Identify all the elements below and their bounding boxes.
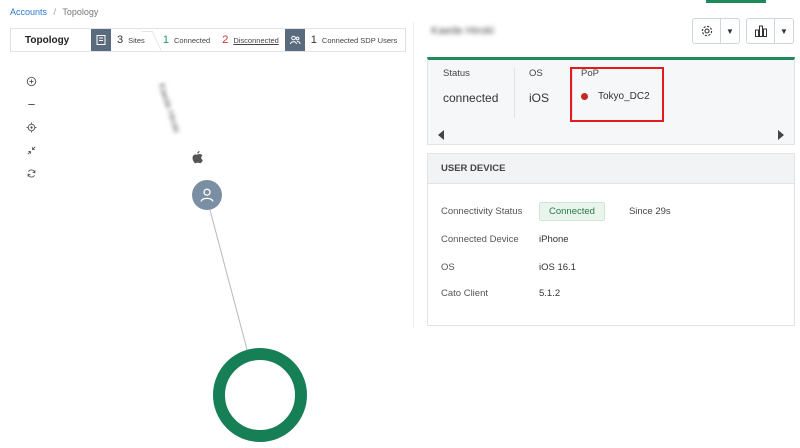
chevron-down-icon: ▼	[780, 26, 788, 36]
pop-label: PoP	[581, 68, 599, 79]
topology-toolbar	[24, 74, 38, 180]
device-os-value: iOS 16.1	[539, 262, 576, 273]
scroll-right-arrow[interactable]	[778, 130, 784, 140]
gear-icon	[693, 19, 721, 43]
breadcrumb: Accounts / Topology	[10, 7, 98, 17]
status-column: Status connected	[428, 68, 514, 118]
scroll-left-arrow[interactable]	[438, 130, 444, 140]
stat-connected[interactable]: 1 Connected	[157, 29, 216, 51]
status-label: Status	[443, 68, 470, 79]
breadcrumb-current: Topology	[62, 7, 99, 17]
disconnected-label: Disconnected	[233, 35, 279, 45]
stat-disconnected[interactable]: 2 Disconnected	[216, 29, 285, 51]
center-icon[interactable]	[24, 120, 38, 134]
user-device-card: USER DEVICE Connectivity Status Connecte…	[427, 153, 795, 326]
topology-panel: Topology 3 Sites 1 Connected 2 Disconnec…	[0, 22, 414, 358]
refresh-icon[interactable]	[24, 166, 38, 180]
sdp-count: 1	[310, 34, 317, 46]
pop-name: Tokyo_DC2	[598, 91, 650, 102]
status-value: connected	[443, 91, 499, 105]
user-name-title: Kaede Hiroki	[431, 25, 494, 37]
connected-label: Connected	[173, 35, 211, 45]
status-card: Status connected OS iOS PoP Tokyo_DC2	[427, 57, 795, 145]
details-header: Kaede Hiroki	[427, 14, 797, 48]
device-label: Connected Device	[441, 234, 519, 245]
chevron-down-icon: ▼	[726, 26, 734, 36]
pop-column: PoP Tokyo_DC2	[572, 68, 650, 118]
device-os-row: OS iOS 16.1	[441, 262, 576, 273]
os-column: OS iOS	[514, 68, 572, 118]
apple-icon	[190, 150, 204, 166]
stat-sites[interactable]: 3 Sites	[111, 29, 157, 51]
topology-title: Topology	[25, 34, 70, 46]
client-value: 5.1.2	[539, 288, 561, 299]
sites-icon	[91, 29, 111, 51]
client-row: Cato Client 5.1.2	[441, 288, 560, 299]
os-value: iOS	[529, 91, 550, 105]
active-tab-indicator	[706, 0, 766, 3]
pop-node[interactable]	[213, 348, 307, 442]
pop-status-dot	[581, 93, 588, 100]
sdp-users-icon	[284, 29, 305, 51]
connected-count: 1	[162, 34, 169, 46]
user-icon	[200, 188, 214, 202]
settings-dropdown-button[interactable]: ▼	[692, 18, 740, 44]
topology-stats-bar: Topology 3 Sites 1 Connected 2 Disconnec…	[10, 28, 406, 52]
sites-count: 3	[117, 34, 124, 46]
connectivity-since: Since 29s	[628, 206, 671, 217]
zoom-in-icon[interactable]	[24, 74, 38, 88]
user-device-title: USER DEVICE	[428, 154, 794, 184]
sdp-label: Connected SDP Users	[321, 35, 398, 45]
topology-link-line	[209, 209, 250, 358]
connectivity-label: Connectivity Status	[441, 206, 523, 217]
breadcrumb-accounts-link[interactable]: Accounts	[10, 7, 47, 17]
analytics-dropdown-button[interactable]: ▼	[746, 18, 794, 44]
os-label: OS	[529, 68, 543, 79]
sites-label: Sites	[128, 35, 145, 45]
device-value: iPhone	[539, 234, 569, 245]
user-avatar-node[interactable]	[192, 180, 222, 210]
bar-chart-icon	[747, 19, 775, 43]
device-row: Connected Device iPhone	[441, 234, 569, 245]
connectivity-badge: Connected	[539, 202, 605, 221]
pop-value: Tokyo_DC2	[581, 91, 650, 102]
client-label: Cato Client	[441, 288, 488, 299]
stat-sdp-users[interactable]: 1 Connected SDP Users	[305, 29, 403, 51]
device-os-label: OS	[441, 262, 455, 273]
collapse-icon[interactable]	[24, 143, 38, 157]
breadcrumb-separator: /	[53, 7, 57, 17]
disconnected-count: 2	[222, 34, 229, 46]
zoom-out-icon[interactable]	[24, 97, 38, 111]
connectivity-row: Connectivity Status Connected Since 29s	[441, 202, 671, 221]
